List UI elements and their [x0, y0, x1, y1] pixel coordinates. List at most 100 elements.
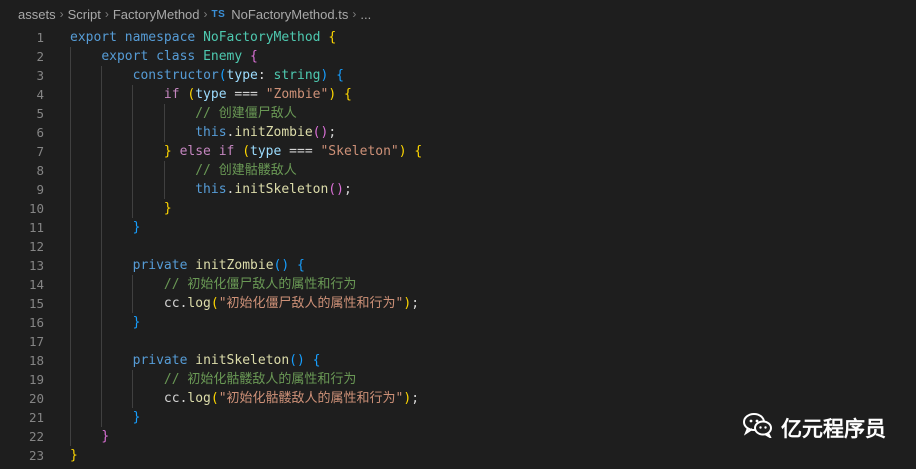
chevron-right-icon: › [104, 7, 109, 21]
code-token: constructor [132, 68, 219, 83]
code-text: cc.log("初始化僵尸敌人的属性和行为"); [70, 294, 419, 313]
code-line[interactable]: 4 if (type === "Zombie") { [0, 85, 916, 104]
code-line[interactable]: 9 this.initSkeleton(); [0, 180, 916, 199]
code-token: initZombie [234, 125, 313, 140]
line-number: 5 [36, 106, 44, 121]
code-token: export [70, 30, 125, 45]
chevron-right-icon: › [203, 7, 208, 21]
code-text: } [70, 313, 141, 332]
code-text: this.initSkeleton(); [70, 180, 352, 199]
indent-guide [132, 275, 134, 313]
code-line[interactable]: 2 export class Enemy { [0, 47, 916, 66]
code-line[interactable]: 8 // 创建骷髅敌人 [0, 161, 916, 180]
code-token: } [163, 144, 172, 159]
code-line[interactable]: 6 this.initZombie(); [0, 123, 916, 142]
line-number: 19 [28, 372, 44, 387]
watermark-text: 亿元程序员 [781, 416, 886, 441]
code-token: log [187, 391, 211, 406]
indent-guide [163, 104, 165, 142]
line-number: 16 [28, 315, 44, 330]
code-token: { [297, 258, 305, 273]
indent-guide [132, 85, 134, 218]
code-line[interactable]: 20 cc.log("初始化骷髅敌人的属性和行为"); [0, 389, 916, 408]
code-token: type [250, 144, 282, 159]
indent-guide [163, 161, 165, 199]
code-token: private [132, 353, 196, 368]
line-number: 1 [36, 30, 44, 45]
code-token: ( [210, 296, 219, 311]
code-token: // 创建僵尸敌人 [195, 106, 297, 121]
code-line[interactable]: 15 cc.log("初始化僵尸敌人的属性和行为"); [0, 294, 916, 313]
code-line[interactable]: 10 } [0, 199, 916, 218]
code-token: log [187, 296, 211, 311]
code-line[interactable]: 18 private initSkeleton() { [0, 351, 916, 370]
code-text: private initSkeleton() { [70, 351, 321, 370]
code-token: this [195, 182, 227, 197]
code-token: { [343, 87, 352, 102]
code-token: { [328, 30, 337, 45]
code-text: // 创建僵尸敌人 [70, 104, 297, 123]
code-token: { [336, 68, 344, 83]
code-line[interactable]: 23} [0, 446, 916, 465]
code-token: ) [328, 87, 337, 102]
code-token: } [101, 429, 110, 444]
line-number: 2 [36, 49, 44, 64]
code-token: () [328, 182, 344, 197]
code-token: ; [328, 125, 337, 140]
code-token: ( [242, 144, 251, 159]
code-line[interactable]: 14 // 初始化僵尸敌人的属性和行为 [0, 275, 916, 294]
code-text: } [70, 218, 141, 237]
code-token: } [70, 448, 78, 463]
code-text: } else if (type === "Skeleton") { [70, 142, 422, 161]
watermark: 亿元程序员 [743, 412, 886, 443]
breadcrumb-item-script[interactable]: Script [68, 7, 101, 22]
code-token: === [281, 144, 321, 159]
breadcrumb-item-assets[interactable]: assets [18, 7, 56, 22]
code-line[interactable]: 13 private initZombie() { [0, 256, 916, 275]
code-token: } [132, 220, 141, 235]
code-line[interactable]: 12 [0, 237, 916, 256]
code-token: string [273, 68, 321, 83]
code-line[interactable]: 7 } else if (type === "Skeleton") { [0, 142, 916, 161]
code-token: private [132, 258, 196, 273]
line-number: 17 [28, 334, 44, 349]
code-text: export class Enemy { [70, 47, 258, 66]
code-text: // 初始化骷髅敌人的属性和行为 [70, 370, 356, 389]
code-token: Enemy [203, 49, 251, 64]
indent-guide [132, 370, 134, 408]
code-line[interactable]: 1 export namespace NoFactoryMethod { [0, 28, 916, 47]
code-token: ) [398, 144, 407, 159]
code-token: { [414, 144, 423, 159]
code-line[interactable]: 3 constructor(type: string) { [0, 66, 916, 85]
code-line[interactable]: 16 } [0, 313, 916, 332]
code-token: () [289, 353, 305, 368]
code-token: ( [218, 68, 227, 83]
code-line[interactable]: 19 // 初始化骷髅敌人的属性和行为 [0, 370, 916, 389]
code-token: type [195, 87, 227, 102]
breadcrumb-item-symbols[interactable]: ... [360, 7, 371, 22]
chevron-right-icon: › [352, 7, 357, 21]
code-line[interactable]: 5 // 创建僵尸敌人 [0, 104, 916, 123]
code-token: ; [343, 182, 352, 197]
editor-area[interactable]: 1 export namespace NoFactoryMethod {2 exp… [0, 28, 916, 469]
code-token: } [132, 410, 141, 425]
code-token: : [257, 68, 274, 83]
code-token: else if [179, 144, 243, 159]
code-token: "Skeleton" [320, 144, 399, 159]
code-line[interactable]: 17 [0, 332, 916, 351]
code-token: () [273, 258, 290, 273]
indent-guide [70, 47, 71, 446]
code-line[interactable]: 11 } [0, 218, 916, 237]
breadcrumb-item-file[interactable]: NoFactoryMethod.ts [231, 7, 348, 22]
code-text: cc.log("初始化骷髅敌人的属性和行为"); [70, 389, 419, 408]
breadcrumb-item-factorymethod[interactable]: FactoryMethod [113, 7, 200, 22]
code-token: ( [210, 391, 219, 406]
code-token: } [132, 315, 141, 330]
